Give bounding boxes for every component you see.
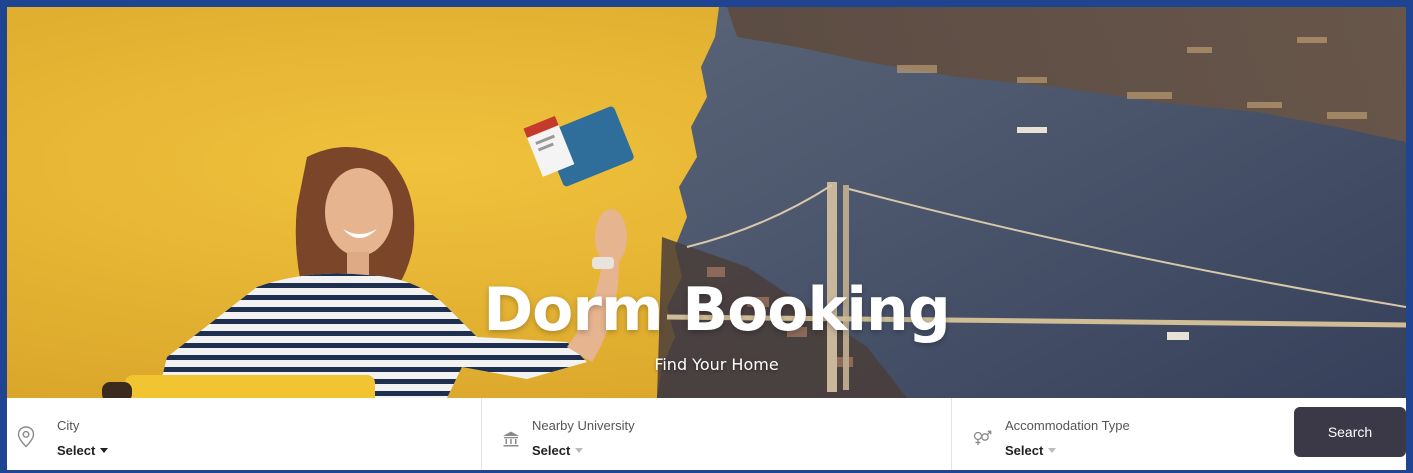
accommodation-value: Select bbox=[1005, 443, 1057, 458]
city-value: Select bbox=[57, 443, 109, 458]
page-frame: Dorm Booking Find Your Home City Select bbox=[0, 0, 1413, 473]
university-value-text: Select bbox=[532, 443, 571, 458]
city-value-text: Select bbox=[57, 443, 96, 458]
hero-banner: Dorm Booking Find Your Home bbox=[7, 7, 1406, 398]
university-label: Nearby University bbox=[532, 418, 635, 433]
hero-title: Dorm Booking bbox=[483, 275, 950, 345]
city-select[interactable]: City Select bbox=[7, 398, 482, 470]
university-icon bbox=[502, 430, 522, 450]
map-pin-icon bbox=[17, 426, 37, 448]
hero-subtitle: Find Your Home bbox=[654, 355, 779, 374]
gender-icon bbox=[972, 429, 992, 449]
university-select[interactable]: Nearby University Select bbox=[482, 398, 952, 470]
chevron-down-icon bbox=[1048, 448, 1057, 453]
accommodation-value-text: Select bbox=[1005, 443, 1044, 458]
accommodation-type-select[interactable]: Accommodation Type Select Search bbox=[952, 398, 1406, 470]
city-label: City bbox=[57, 418, 80, 433]
chevron-down-icon bbox=[100, 448, 109, 453]
accommodation-label: Accommodation Type bbox=[1005, 418, 1130, 433]
university-value: Select bbox=[532, 443, 584, 458]
search-button[interactable]: Search bbox=[1294, 407, 1406, 457]
search-bar: City Select Nearby University Select Acc… bbox=[7, 398, 1406, 470]
chevron-down-icon bbox=[575, 448, 584, 453]
